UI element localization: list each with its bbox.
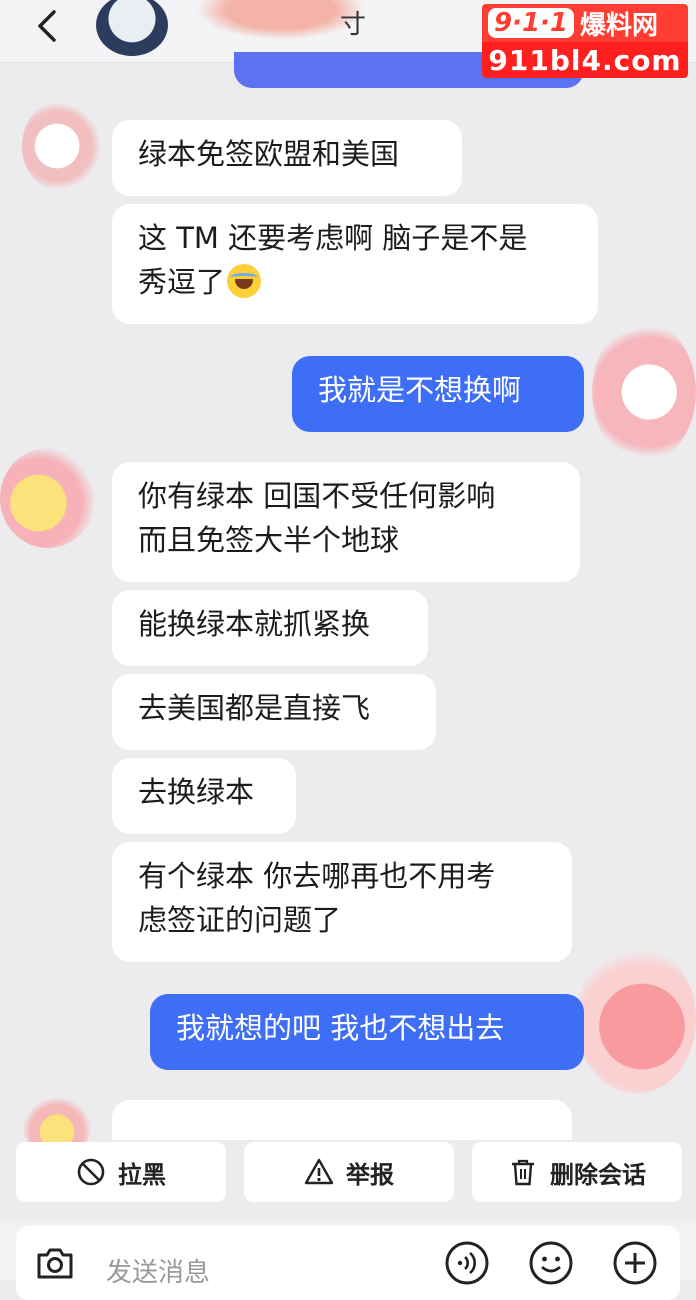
outgoing-message[interactable]: 我就想的吧 我也不想出去 (150, 994, 584, 1070)
block-label: 拉黑 (118, 1160, 166, 1189)
watermark-url: 911bl4.com (482, 42, 688, 78)
block-icon (77, 1158, 105, 1186)
message-text: 去换绿本 (138, 775, 255, 809)
message-text-line: 这 TM 还要考虑啊 脑子是不是 (138, 221, 528, 255)
laughing-crying-emoji-icon (227, 264, 262, 298)
message-text-line: 有个绿本 你去哪再也不用考 (138, 859, 496, 893)
delete-label: 删除会话 (550, 1160, 646, 1189)
incoming-message[interactable]: 去美国都是直接飞 (112, 674, 436, 750)
watermark-num: 9·1·1 (488, 8, 575, 38)
self-avatar-blurred[interactable] (592, 322, 696, 462)
contact-avatar-blurred[interactable] (22, 100, 100, 192)
message-text-line: 秀逗了 (138, 265, 226, 299)
trash-icon (512, 1159, 534, 1186)
incoming-message[interactable]: 有个绿本 你去哪再也不用考 虑签证的问题了 (112, 842, 572, 962)
incoming-message[interactable]: 能换绿本就抓紧换 (112, 590, 428, 666)
message-text: 绿本免签欧盟和美国 (138, 137, 400, 171)
message-text: 我就想的吧 我也不想出去 (176, 1011, 505, 1045)
camera-icon[interactable] (34, 1242, 76, 1284)
warning-icon (304, 1158, 334, 1185)
smiley-icon (529, 1241, 573, 1285)
message-text-line: 而且免签大半个地球 (138, 523, 400, 557)
message-text: 能换绿本就抓紧换 (138, 607, 371, 641)
message-input[interactable]: 发送消息 (106, 1252, 210, 1289)
chat-actions-bar: 拉黑 举报 删除会话 (0, 1128, 696, 1220)
message-text: 我就是不想换啊 (318, 373, 522, 407)
message-input-container: 发送消息 (16, 1226, 680, 1300)
contact-avatar[interactable] (96, 0, 168, 56)
voice-icon (445, 1241, 489, 1285)
watermark-logo: 9·1·1 爆料网 911bl4.com (482, 4, 688, 84)
message-text-line: 你有绿本 回国不受任何影响 (138, 479, 496, 513)
incoming-message[interactable]: 去换绿本 (112, 758, 296, 834)
delete-conversation-button[interactable]: 删除会话 (472, 1142, 682, 1202)
incoming-message[interactable]: 这 TM 还要考虑啊 脑子是不是 秀逗了 (112, 204, 598, 324)
contact-name: 寸 (340, 10, 367, 40)
incoming-message[interactable]: 你有绿本 回国不受任何影响 而且免签大半个地球 (112, 462, 580, 582)
voice-button[interactable] (444, 1240, 490, 1286)
outgoing-message[interactable]: 我就是不想换啊 (292, 356, 584, 432)
chevron-left-icon (38, 10, 56, 42)
report-label: 举报 (346, 1160, 394, 1189)
back-button[interactable] (28, 6, 68, 46)
plus-circle-icon (613, 1241, 657, 1285)
report-button[interactable]: 举报 (244, 1142, 454, 1202)
message-input-bar: 发送消息 (0, 1220, 696, 1300)
block-button[interactable]: 拉黑 (16, 1142, 226, 1202)
emoji-button[interactable] (528, 1240, 574, 1286)
self-avatar-blurred[interactable] (576, 944, 696, 1094)
incoming-message[interactable]: 绿本免签欧盟和美国 (112, 120, 462, 196)
message-text: 去美国都是直接飞 (138, 691, 371, 725)
watermark-title: 爆料网 (580, 10, 659, 41)
message-text-line: 虑签证的问题了 (138, 903, 342, 937)
add-button[interactable] (612, 1240, 658, 1286)
contact-avatar-blurred[interactable] (0, 448, 96, 548)
